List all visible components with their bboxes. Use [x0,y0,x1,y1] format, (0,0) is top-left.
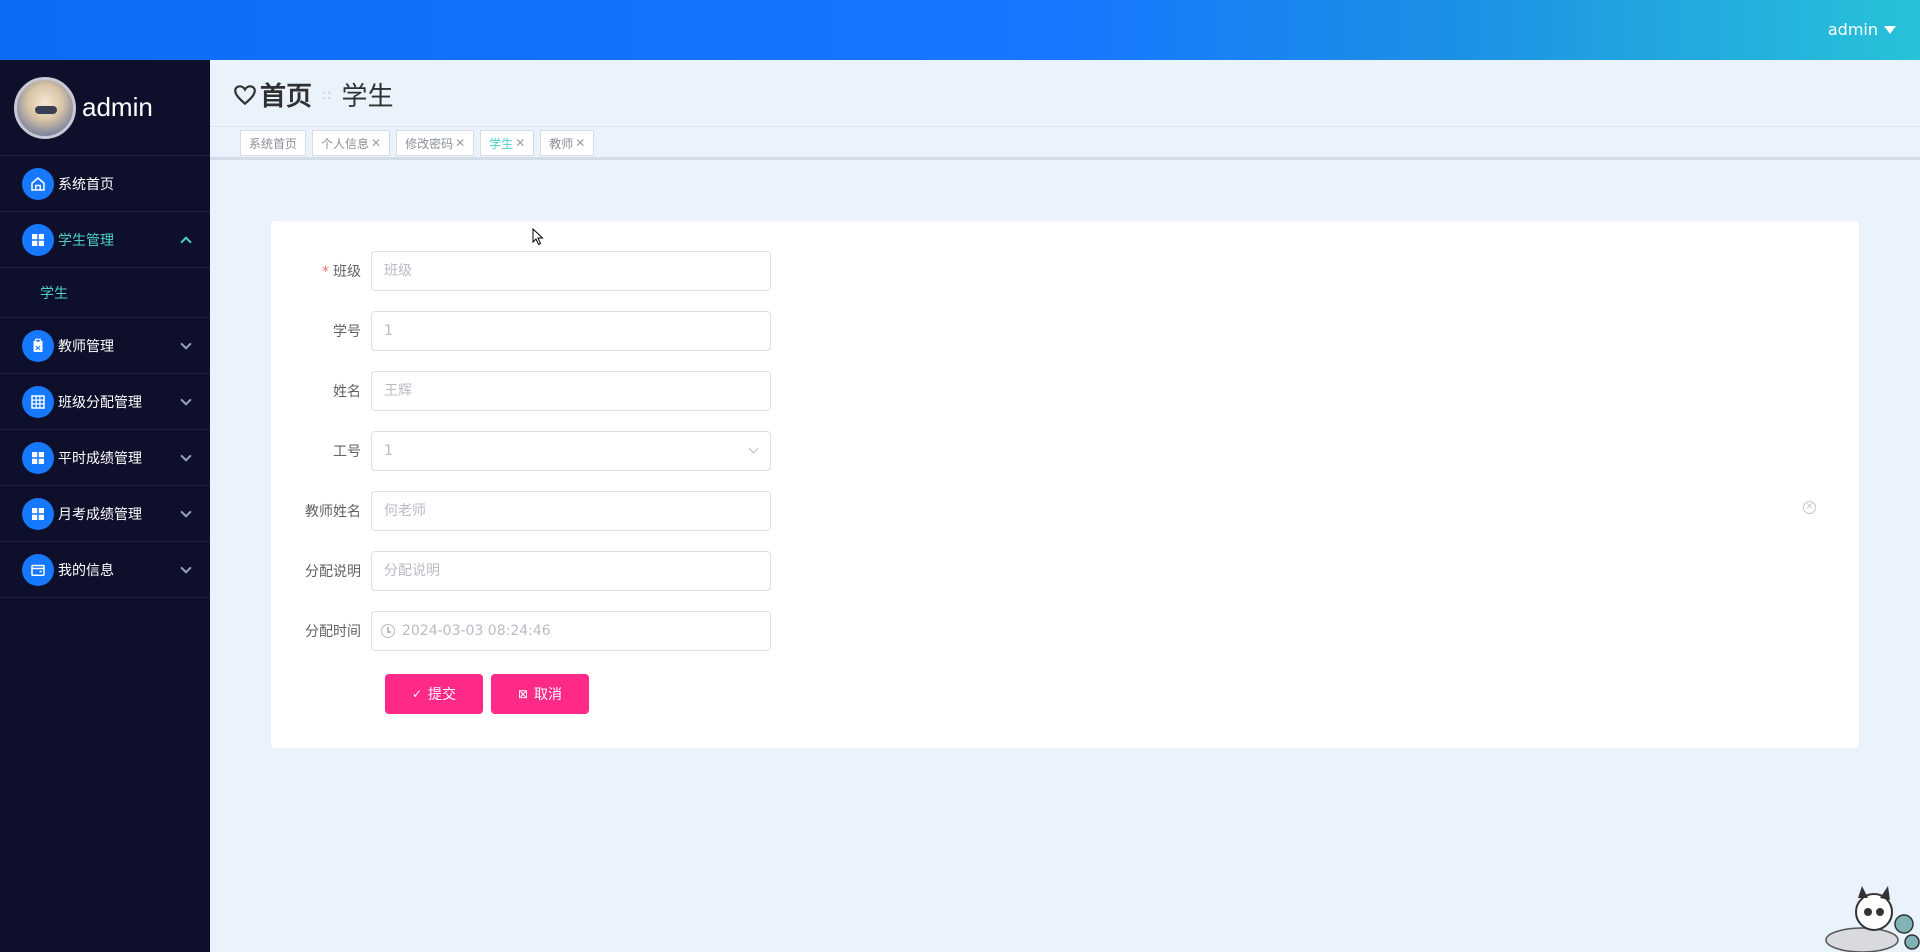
form-row-work-no: 工号 [271,431,871,471]
profile-name: admin [82,92,153,122]
tab-label: 教师 [549,136,574,151]
field-label: 教师姓名 [305,504,361,520]
sidebar-profile: admin [0,60,210,156]
form-row-teacher-name: 教师姓名 [271,491,871,531]
mascot-icon [1825,886,1920,952]
grid-icon [22,441,54,474]
submit-label: 提交 [428,686,457,702]
chevron-down-icon [180,562,192,574]
breadcrumb: 首页 :: 学生 [232,76,393,113]
chevron-down-icon [180,506,192,518]
sidebar-subitem-student[interactable]: 学生 [0,268,210,318]
check-icon: ✓ [411,687,423,701]
required-mark: * [322,264,329,280]
sidebar-item-home[interactable]: 系统首页 [0,156,210,212]
sidebar-item-monthly-scores[interactable]: 月考成绩管理 [0,486,210,542]
sidebar-item-label: 班级分配管理 [58,394,142,411]
class-input[interactable] [371,251,771,291]
sidebar-item-label: 系统首页 [58,176,114,193]
tab-profile[interactable]: 个人信息 ✕ [312,130,391,156]
teacher-name-input[interactable] [371,491,771,531]
form-row-name: 姓名 [271,371,871,411]
description-input[interactable] [371,551,771,591]
chevron-down-icon [180,394,192,406]
tab-list: 系统首页 个人信息 ✕ 修改密码 ✕ 学生 ✕ 教师 ✕ [240,130,595,156]
sidebar-item-regular-scores[interactable]: 平时成绩管理 [0,430,210,486]
sidebar-item-teacher-management[interactable]: 教师管理 [0,318,210,374]
student-no-input[interactable] [371,311,771,351]
mouse-cursor-icon [532,228,544,246]
form-row-description: 分配说明 [271,551,871,591]
sidebar-item-label: 平时成绩管理 [58,450,142,467]
heart-icon [234,84,256,105]
sidebar-item-label: 教师管理 [58,338,114,355]
close-icon[interactable]: ✕ [575,136,585,150]
cancel-label: 取消 [534,686,563,702]
work-no-select-input[interactable] [371,431,771,471]
tabs-bar: 系统首页 个人信息 ✕ 修改密码 ✕ 学生 ✕ 教师 ✕ [210,126,1920,160]
sidebar-item-student-management[interactable]: 学生管理 [0,212,210,268]
form-card: *班级 学号 姓名 工号 教师姓名 ✕ 分配说明 分配时间 ✓ 提交 [271,221,1859,748]
submit-button[interactable]: ✓ 提交 [385,674,483,714]
chevron-up-icon [180,236,192,248]
cancel-button[interactable]: ⊠ 取消 [491,674,589,714]
sidebar-item-label: 学生管理 [58,232,114,249]
tab-home[interactable]: 系统首页 [240,130,307,156]
tab-label: 修改密码 [405,136,454,151]
grid-icon [22,497,54,530]
avatar [14,76,76,139]
table-icon [22,385,54,418]
field-label: 工号 [333,444,361,460]
field-label: 分配时间 [305,624,361,640]
time-picker[interactable] [371,611,771,651]
sidebar: admin 系统首页 学生管理 学生 教师管理 班级分配管理 平时成绩管理 月考… [0,60,210,952]
tab-label: 学生 [489,136,514,151]
user-menu[interactable]: admin [1828,20,1896,39]
form-row-time: 分配时间 [271,611,871,651]
field-label: 姓名 [333,384,361,400]
chevron-down-icon [180,450,192,462]
work-no-select[interactable] [371,431,771,471]
tab-teacher[interactable]: 教师 ✕ [540,130,595,156]
field-label: 分配说明 [305,564,361,580]
tab-change-password[interactable]: 修改密码 ✕ [396,130,475,156]
tab-label: 个人信息 [321,136,370,151]
field-label: * 班级 [322,264,361,280]
clock-icon [381,624,395,638]
clipboard-icon [22,329,54,362]
home-icon [22,167,54,200]
wallet-icon [22,553,54,586]
main-header: 首页 :: 学生 [210,60,1920,126]
tab-student[interactable]: 学生 ✕ [480,130,535,156]
sidebar-item-label: 我的信息 [58,562,114,579]
tab-label: 系统首页 [249,136,298,151]
user-menu-label: admin [1827,20,1878,39]
field-label: 学号 [333,324,361,340]
close-icon[interactable]: ✕ [515,136,525,150]
breadcrumb-home[interactable]: 首页 [260,76,312,113]
sidebar-item-my-info[interactable]: 我的信息 [0,542,210,598]
caret-down-icon [1884,25,1896,34]
close-icon[interactable]: ✕ [371,136,381,150]
name-input[interactable] [371,371,771,411]
sidebar-item-label: 月考成绩管理 [58,506,142,523]
close-icon[interactable]: ✕ [455,136,465,150]
breadcrumb-separator: :: [322,86,332,103]
clear-icon[interactable]: ✕ [1803,501,1816,514]
sidebar-item-class-assignment[interactable]: 班级分配管理 [0,374,210,430]
form-row-student-no: 学号 [271,311,871,351]
chevron-down-icon [180,338,192,350]
breadcrumb-current: 学生 [341,82,394,112]
time-input[interactable] [371,611,771,651]
top-bar: admin [0,0,1920,60]
grid-icon [22,223,54,256]
close-box-icon: ⊠ [517,687,529,701]
form-row-class: * 班级 [271,251,871,291]
